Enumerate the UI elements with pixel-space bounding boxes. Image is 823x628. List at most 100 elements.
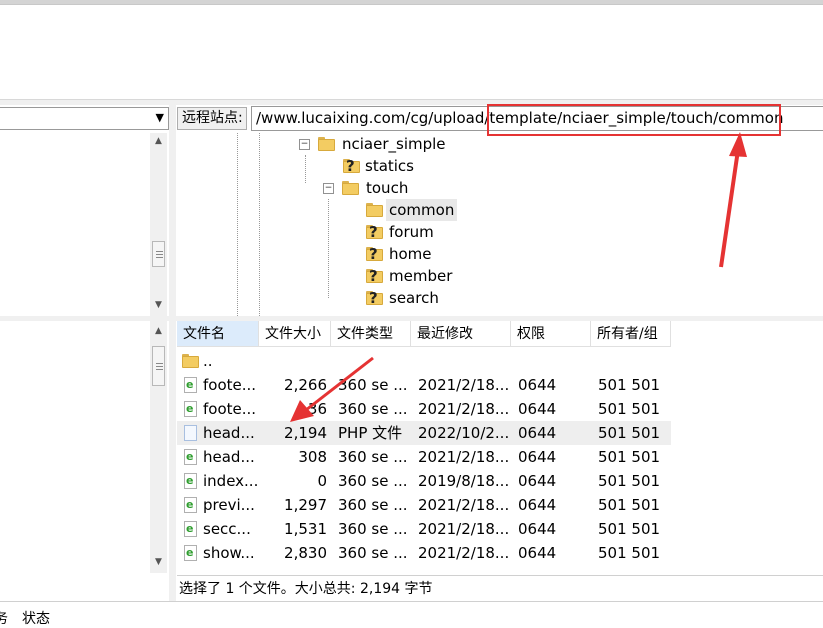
sort-ascending-icon: ^	[211, 321, 219, 327]
file-permissions: 0644	[518, 448, 557, 466]
file-row[interactable]: e previ... 1,297 360 se ... 2021/2/18...…	[177, 493, 823, 517]
column-header-permissions[interactable]: 权限	[511, 321, 591, 347]
file-modified: 2021/2/18...	[418, 544, 510, 562]
file-modified: 2021/2/18...	[418, 400, 510, 418]
file-name: head...	[203, 448, 255, 466]
file-permissions: 0644	[518, 544, 557, 562]
file-name: secc...	[203, 520, 251, 538]
file-modified: 2021/2/18...	[418, 376, 510, 394]
folder-unknown-icon: ?	[366, 245, 383, 263]
tree-node-label: search	[389, 289, 439, 307]
file-name: show...	[203, 544, 255, 562]
local-site-combobox[interactable]: ▼	[0, 107, 169, 130]
html-file-icon: e	[184, 401, 197, 417]
file-type: 360 se ...	[338, 472, 408, 490]
column-header-owner[interactable]: 所有者/组	[591, 321, 671, 347]
file-modified: 2022/10/2...	[418, 424, 510, 442]
file-name: previ...	[203, 496, 255, 514]
annotation-arrow-up-icon	[719, 132, 747, 268]
folder-open-icon	[342, 181, 359, 195]
folder-icon	[182, 354, 199, 368]
file-owner: 501 501	[598, 376, 661, 394]
file-row[interactable]: e foote... 36 360 se ... 2021/2/18... 06…	[177, 397, 823, 421]
file-row[interactable]: e show... 2,830 360 se ... 2021/2/18... …	[177, 541, 823, 565]
file-permissions: 0644	[518, 496, 557, 514]
file-row[interactable]: e secc... 1,531 360 se ... 2021/2/18... …	[177, 517, 823, 541]
file-permissions: 0644	[518, 472, 557, 490]
file-permissions: 0644	[518, 424, 557, 442]
file-size: 1,297	[284, 496, 327, 514]
file-owner: 501 501	[598, 424, 661, 442]
folder-unknown-icon: ?	[366, 223, 383, 241]
file-name: foote...	[203, 400, 257, 418]
tree-node-label: common	[386, 199, 458, 221]
tree-node-label: home	[389, 245, 432, 263]
file-name: ..	[203, 352, 213, 370]
scroll-down-icon[interactable]: ▼	[150, 297, 167, 314]
file-modified: 2021/2/18...	[418, 448, 510, 466]
collapse-icon[interactable]: −	[299, 139, 310, 150]
file-owner: 501 501	[598, 448, 661, 466]
folder-unknown-icon: ?	[343, 157, 360, 175]
file-owner: 501 501	[598, 520, 661, 538]
pane-splitter-vertical[interactable]	[169, 103, 176, 603]
file-permissions: 0644	[518, 520, 557, 538]
queue-tab-label[interactable]: 务	[0, 608, 8, 628]
file-row-selected[interactable]: head... 2,194 PHP 文件 2022/10/2... 0644 5…	[177, 421, 671, 445]
file-owner: 501 501	[598, 400, 661, 418]
file-type: 360 se ...	[338, 448, 408, 466]
remote-site-label: 远程站点:	[177, 107, 247, 130]
file-name: head...	[203, 424, 255, 442]
tree-node-label: statics	[365, 157, 414, 175]
file-type: 360 se ...	[338, 520, 408, 538]
annotation-arrow-down-icon	[290, 356, 374, 422]
php-file-icon	[184, 425, 197, 441]
file-modified: 2019/8/18...	[418, 472, 510, 490]
folder-unknown-icon: ?	[366, 289, 383, 307]
file-row[interactable]: ..	[177, 349, 823, 373]
local-files-scrollbar[interactable]: ▲ ▼	[150, 321, 167, 573]
tree-node-label: nciaer_simple	[342, 135, 446, 153]
tree-node-label: forum	[389, 223, 434, 241]
html-file-icon: e	[184, 449, 197, 465]
html-file-icon: e	[184, 473, 197, 489]
file-size: 308	[298, 448, 327, 466]
file-size: 1,531	[284, 520, 327, 538]
column-header-type[interactable]: 文件类型	[331, 321, 411, 347]
tree-node-label: touch	[366, 179, 409, 197]
collapse-icon[interactable]: −	[323, 183, 334, 194]
folder-unknown-icon: ?	[366, 267, 383, 285]
html-file-icon: e	[184, 521, 197, 537]
scroll-down-icon[interactable]: ▼	[150, 554, 167, 571]
file-owner: 501 501	[598, 472, 661, 490]
bottom-queue-bar	[0, 601, 823, 626]
html-file-icon: e	[184, 377, 197, 393]
file-modified: 2021/2/18...	[418, 496, 510, 514]
remote-file-list: 文件名 文件大小 文件类型 最近修改 权限 所有者/组 ^ .. e foote…	[177, 321, 823, 573]
tree-node-label: member	[389, 267, 453, 285]
column-header-modified[interactable]: 最近修改	[411, 321, 511, 347]
file-modified: 2021/2/18...	[418, 520, 510, 538]
file-type: 360 se ...	[338, 544, 408, 562]
scroll-up-icon[interactable]: ▲	[150, 323, 167, 340]
html-file-icon: e	[184, 497, 197, 513]
file-permissions: 0644	[518, 400, 557, 418]
file-row[interactable]: e foote... 2,266 360 se ... 2021/2/18...…	[177, 373, 823, 397]
file-row[interactable]: e head... 308 360 se ... 2021/2/18... 06…	[177, 445, 823, 469]
file-name: foote...	[203, 376, 257, 394]
scrollbar-thumb[interactable]	[152, 346, 165, 386]
chevron-down-icon[interactable]: ▼	[156, 111, 164, 124]
file-row[interactable]: e index... 0 360 se ... 2019/8/18... 064…	[177, 469, 823, 493]
html-file-icon: e	[184, 545, 197, 561]
window-top-edge	[0, 0, 823, 5]
file-owner: 501 501	[598, 496, 661, 514]
status-tab-label[interactable]: 状态	[22, 608, 50, 628]
column-header-size[interactable]: 文件大小	[259, 321, 331, 347]
file-permissions: 0644	[518, 376, 557, 394]
scrollbar-thumb[interactable]	[152, 241, 165, 267]
local-tree-scrollbar[interactable]: ▲ ▼	[150, 133, 167, 316]
file-size: 0	[317, 472, 327, 490]
scroll-up-icon[interactable]: ▲	[150, 133, 167, 150]
folder-icon	[318, 137, 335, 151]
file-owner: 501 501	[598, 544, 661, 562]
